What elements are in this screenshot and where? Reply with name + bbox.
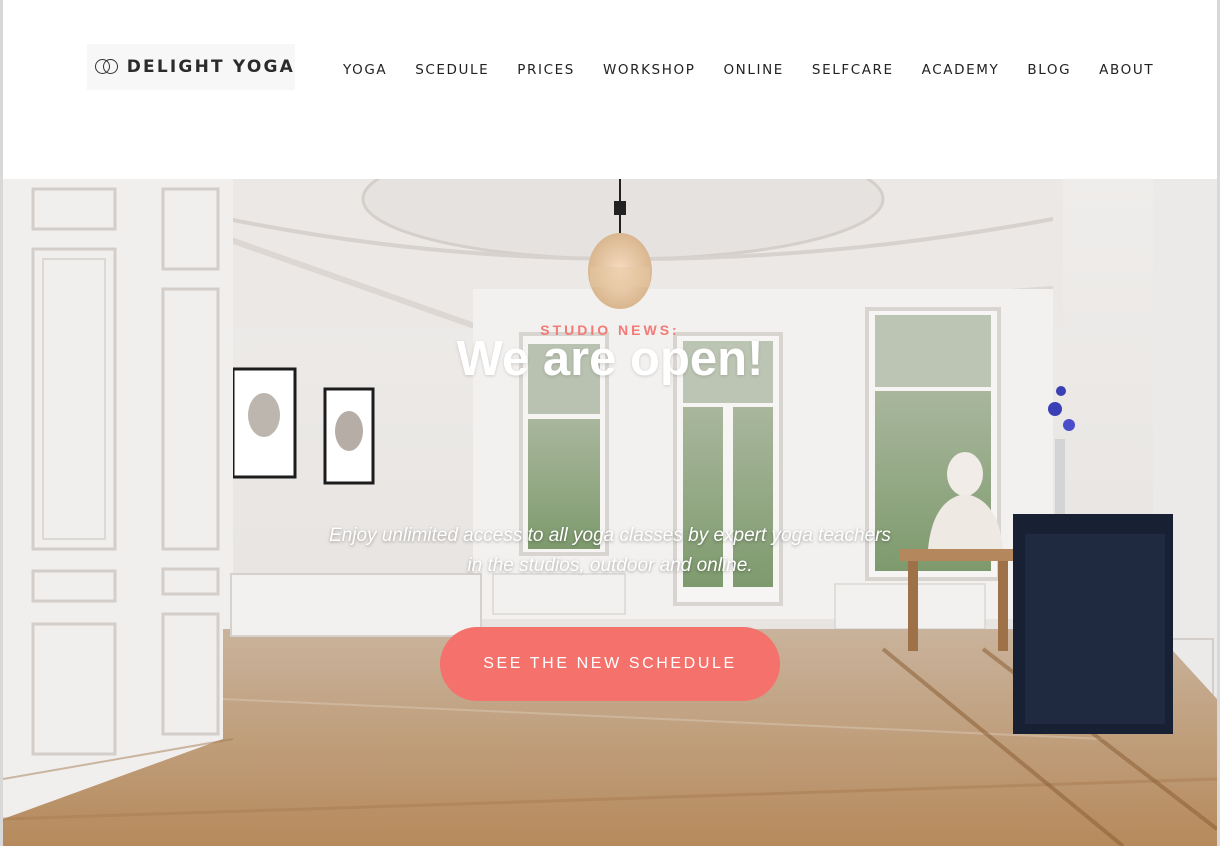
hero-title: We are open! (456, 332, 764, 386)
nav-item-about[interactable]: ABOUT (1099, 62, 1154, 78)
nav-item-online[interactable]: ONLINE (723, 62, 783, 78)
site-logo[interactable]: DELIGHT YOGA (87, 44, 295, 90)
hero-subtitle-line-1: Enjoy unlimited access to all yoga class… (329, 525, 891, 546)
brand-name: DELIGHT YOGA (126, 57, 295, 77)
nav-item-academy[interactable]: ACADEMY (922, 62, 1000, 78)
hero-subtitle: Enjoy unlimited access to all yoga class… (300, 521, 920, 581)
nav-item-prices[interactable]: PRICES (517, 62, 575, 78)
nav-item-blog[interactable]: BLOG (1027, 62, 1071, 78)
hero-section: STUDIO NEWS: We are open! Enjoy unlimite… (3, 179, 1217, 846)
hero-subtitle-line-2: in the studios, outdoor and online. (467, 555, 753, 576)
double-ring-icon (95, 59, 119, 75)
nav-item-schedule[interactable]: SCEDULE (415, 62, 489, 78)
site-header: DELIGHT YOGA YOGA SCEDULE PRICES WORKSHO… (3, 0, 1217, 179)
nav-item-yoga[interactable]: YOGA (343, 62, 387, 78)
nav-item-workshop[interactable]: WORKSHOP (603, 62, 696, 78)
nav-item-selfcare[interactable]: SELFCARE (812, 62, 894, 78)
see-schedule-button[interactable]: SEE THE NEW SCHEDULE (440, 627, 780, 701)
main-nav: YOGA SCEDULE PRICES WORKSHOP ONLINE SELF… (343, 62, 1154, 78)
hero-background-image (3, 179, 1217, 846)
